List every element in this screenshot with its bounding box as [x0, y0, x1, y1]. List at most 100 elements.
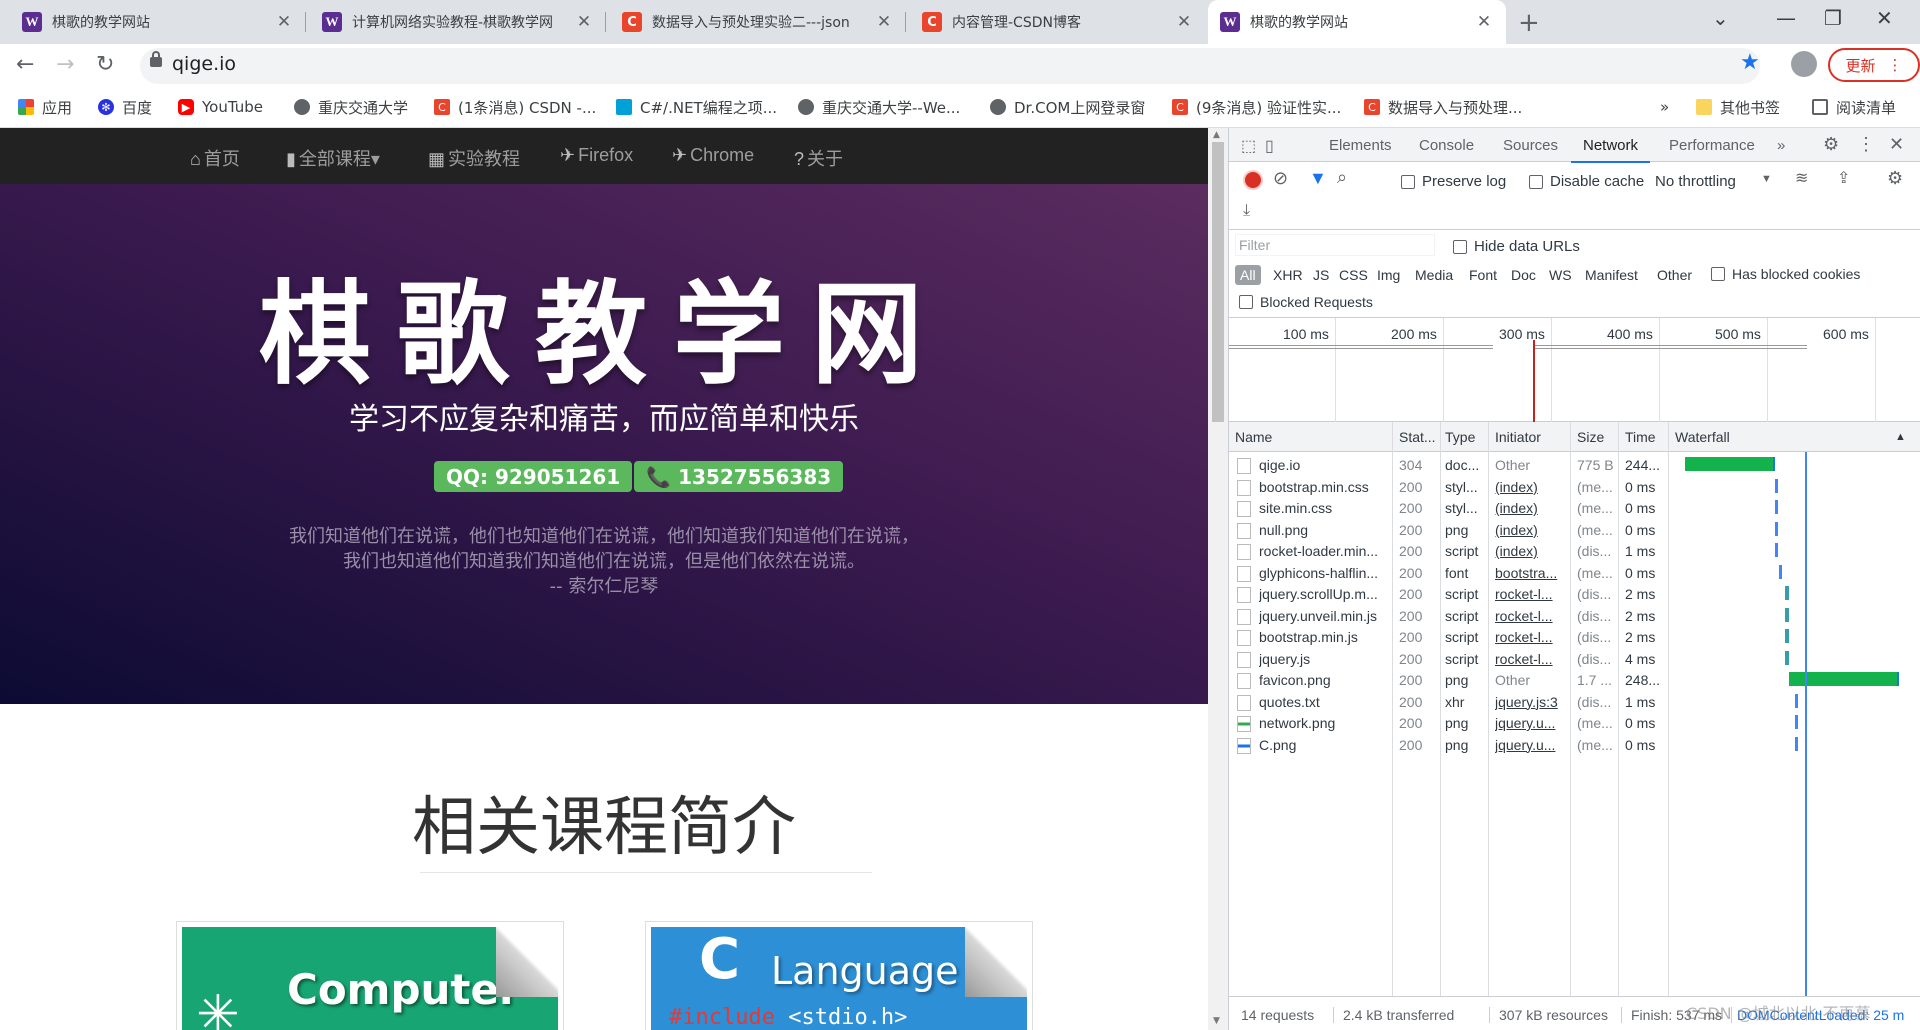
request-name[interactable]: favicon.png	[1259, 672, 1389, 688]
request-initiator[interactable]: (index)	[1495, 522, 1569, 538]
type-filter-img[interactable]: Img	[1377, 267, 1400, 283]
type-filter-css[interactable]: CSS	[1339, 267, 1368, 283]
tab-network[interactable]: Network	[1570, 137, 1651, 163]
close-icon[interactable]: ✕	[1474, 12, 1494, 32]
type-filter-manifest[interactable]: Manifest	[1585, 267, 1638, 283]
address-bar[interactable]	[140, 48, 1760, 84]
record-icon[interactable]	[1245, 172, 1261, 188]
page-scrollbar[interactable]: ▲ ▼	[1208, 128, 1228, 1030]
request-name[interactable]: jquery.js	[1259, 651, 1389, 667]
network-overview[interactable]: 100 ms 200 ms 300 ms 400 ms 500 ms 600 m…	[1229, 318, 1920, 422]
request-initiator[interactable]: bootstra...	[1495, 565, 1569, 581]
nav-all-courses[interactable]: ▮ 全部课程▾	[286, 145, 380, 171]
search-icon[interactable]: ⌕	[1337, 167, 1347, 188]
bookmark-youtube[interactable]: ▶ YouTube	[178, 94, 263, 120]
col-size[interactable]: Size	[1577, 429, 1604, 445]
tab-console[interactable]: Console	[1419, 137, 1474, 154]
request-initiator[interactable]: jquery.u...	[1495, 715, 1569, 731]
nav-firefox[interactable]: ✈ Firefox	[560, 145, 633, 166]
request-name[interactable]: null.png	[1259, 522, 1389, 538]
request-initiator[interactable]: (index)	[1495, 543, 1569, 559]
inspect-element-icon[interactable]: ⬚	[1241, 136, 1256, 156]
request-name[interactable]: site.min.css	[1259, 500, 1389, 516]
tab-2[interactable]: W 计算机网络实验教程-棋歌教学网 ✕	[310, 0, 606, 44]
sort-ascending-icon[interactable]: ▲	[1895, 431, 1906, 443]
url-text[interactable]: qige.io	[172, 53, 236, 75]
scroll-up-icon[interactable]: ▲	[1213, 130, 1220, 140]
col-waterfall[interactable]: Waterfall	[1675, 429, 1730, 445]
close-icon[interactable]: ✕	[1174, 12, 1194, 32]
request-initiator[interactable]: rocket-l...	[1495, 629, 1569, 645]
bookmark-other-folder[interactable]: 其他书签	[1696, 94, 1780, 120]
download-icon[interactable]: ⤓	[1243, 202, 1250, 220]
course-card-c-language[interactable]: C Language #include <stdio.h>	[645, 921, 1033, 1030]
bookmarks-overflow[interactable]: »	[1660, 94, 1669, 120]
col-status[interactable]: Stat...	[1399, 429, 1436, 445]
table-row[interactable]: C.png 200 png jquery.u... (me... 0 ms	[1229, 732, 1920, 758]
bookmark-csharp[interactable]: C#/.NET编程之项...	[616, 94, 777, 120]
scrollbar-thumb[interactable]	[1212, 142, 1224, 422]
reading-list[interactable]: 阅读清单	[1812, 94, 1896, 120]
upload-icon[interactable]: ⇪	[1837, 168, 1850, 188]
type-filter-media[interactable]: Media	[1415, 267, 1453, 283]
window-close-icon[interactable]: ✕	[1876, 6, 1893, 30]
blocked-requests-checkbox[interactable]: Blocked Requests	[1239, 294, 1373, 310]
type-filter-xhr[interactable]: XHR	[1273, 267, 1303, 283]
filter-input[interactable]: Filter	[1235, 234, 1435, 256]
tab-search-icon[interactable]: ⌄	[1712, 6, 1729, 30]
nav-home[interactable]: ⌂ 首页	[190, 145, 240, 171]
has-blocked-cookies-checkbox[interactable]: Has blocked cookies	[1711, 266, 1860, 282]
restore-icon[interactable]: ❐	[1824, 6, 1842, 30]
bookmark-csdn-1[interactable]: C (1条消息) CSDN -...	[434, 94, 596, 120]
network-settings-gear-icon[interactable]: ⚙	[1887, 168, 1903, 189]
nav-about[interactable]: ? 关于	[794, 145, 843, 171]
course-card-network[interactable]: ✳ Computer	[176, 921, 564, 1030]
bookmark-drcom[interactable]: Dr.COM上网登录窗	[990, 94, 1145, 120]
clear-icon[interactable]: ⊘	[1273, 168, 1288, 189]
scroll-down-icon[interactable]: ▼	[1213, 1016, 1220, 1026]
tab-sources[interactable]: Sources	[1503, 137, 1558, 154]
request-name[interactable]: C.png	[1259, 737, 1389, 753]
bookmark-csdn-2[interactable]: C (9条消息) 验证性实...	[1172, 94, 1341, 120]
tab-3[interactable]: C 数据导入与预处理实验二---json ✕	[610, 0, 906, 44]
bookmark-baidu[interactable]: ✻ 百度	[98, 94, 152, 120]
more-vert-icon[interactable]: ⋮	[1857, 134, 1875, 155]
request-initiator[interactable]: jquery.u...	[1495, 737, 1569, 753]
type-filter-ws[interactable]: WS	[1549, 267, 1572, 283]
request-name[interactable]: bootstrap.min.js	[1259, 629, 1389, 645]
col-time[interactable]: Time	[1625, 429, 1656, 445]
wifi-conditions-icon[interactable]: ≋	[1795, 168, 1808, 188]
tab-elements[interactable]: Elements	[1329, 137, 1392, 154]
dropdown-arrow-icon[interactable]: ▼	[1761, 173, 1772, 185]
request-initiator[interactable]: jquery.js:3	[1495, 694, 1569, 710]
type-filter-doc[interactable]: Doc	[1511, 267, 1536, 283]
settings-gear-icon[interactable]: ⚙	[1823, 134, 1839, 155]
disable-cache-checkbox[interactable]: Disable cache	[1529, 173, 1644, 190]
close-icon[interactable]: ✕	[274, 12, 294, 32]
hide-data-urls-checkbox[interactable]: Hide data URLs	[1453, 238, 1580, 255]
tab-4[interactable]: C 内容管理-CSDN博客 ✕	[910, 0, 1206, 44]
request-name[interactable]: rocket-loader.min...	[1259, 543, 1389, 559]
device-toolbar-icon[interactable]: ▯	[1265, 136, 1274, 156]
request-name[interactable]: jquery.unveil.min.js	[1259, 608, 1389, 624]
filter-funnel-icon[interactable]: ▼	[1309, 168, 1327, 189]
bookmark-apps[interactable]: 应用	[18, 94, 72, 120]
forward-arrow-icon[interactable]: →	[56, 52, 74, 77]
request-name[interactable]: network.png	[1259, 715, 1389, 731]
request-initiator[interactable]: (index)	[1495, 500, 1569, 516]
col-initiator[interactable]: Initiator	[1495, 429, 1541, 445]
bookmark-cqjtu-we[interactable]: 重庆交通大学--We...	[798, 94, 960, 120]
new-tab-icon[interactable]: +	[1518, 8, 1540, 38]
col-name[interactable]: Name	[1235, 429, 1272, 445]
more-tabs[interactable]: »	[1777, 137, 1785, 154]
profile-avatar[interactable]	[1791, 51, 1817, 77]
nav-chrome[interactable]: ✈ Chrome	[672, 145, 754, 166]
back-arrow-icon[interactable]: ←	[16, 52, 34, 77]
type-filter-other[interactable]: Other	[1657, 267, 1692, 283]
type-filter-all[interactable]: All	[1235, 265, 1261, 285]
tab-performance[interactable]: Performance	[1669, 137, 1755, 154]
type-filter-font[interactable]: Font	[1469, 267, 1497, 283]
request-initiator[interactable]: rocket-l...	[1495, 651, 1569, 667]
col-type[interactable]: Type	[1445, 429, 1475, 445]
tab-active[interactable]: W 棋歌的教学网站 ✕	[1208, 0, 1506, 44]
